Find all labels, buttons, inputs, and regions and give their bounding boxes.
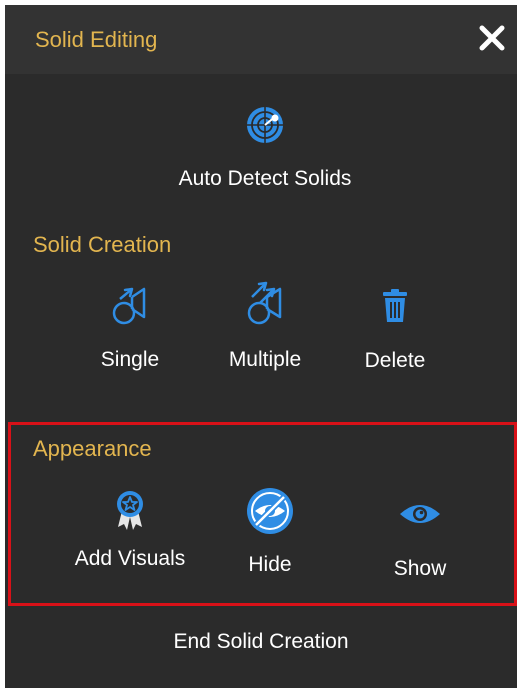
appearance-title: Appearance [33, 436, 152, 461]
delete-label: Delete [364, 349, 426, 372]
auto-detect-solids-label: Auto Detect Solids [178, 167, 352, 190]
single-button[interactable]: Single [75, 285, 185, 372]
hide-label: Hide [248, 553, 292, 576]
add-visuals-button[interactable]: Add Visuals [50, 489, 210, 571]
solid-editing-panel: Solid Editing Auto Detect Solids Solid C… [5, 5, 517, 688]
add-visuals-label: Add Visuals [74, 547, 186, 570]
hide-button[interactable]: Hide [230, 487, 310, 577]
single-solid-icon [112, 287, 146, 325]
delete-button[interactable]: Delete [345, 289, 445, 373]
radar-icon [247, 107, 283, 143]
multiple-solid-icon [247, 281, 282, 325]
eye-icon [400, 505, 440, 523]
show-label: Show [393, 557, 447, 580]
close-button[interactable] [477, 23, 507, 53]
eye-slash-icon [247, 488, 293, 534]
end-solid-creation-button[interactable]: End Solid Creation [5, 630, 517, 654]
panel-title: Solid Editing [35, 27, 158, 52]
award-badge-icon [117, 491, 143, 530]
solid-creation-title: Solid Creation [33, 232, 172, 257]
multiple-label: Multiple [228, 348, 302, 371]
close-icon [479, 25, 505, 51]
single-label: Single [100, 348, 160, 371]
trash-icon [383, 289, 407, 322]
multiple-button[interactable]: Multiple [205, 277, 325, 372]
show-button[interactable]: Show [370, 501, 470, 581]
auto-detect-solids-button[interactable]: Auto Detect Solids [135, 105, 395, 191]
panel-header: Solid Editing [5, 5, 517, 74]
